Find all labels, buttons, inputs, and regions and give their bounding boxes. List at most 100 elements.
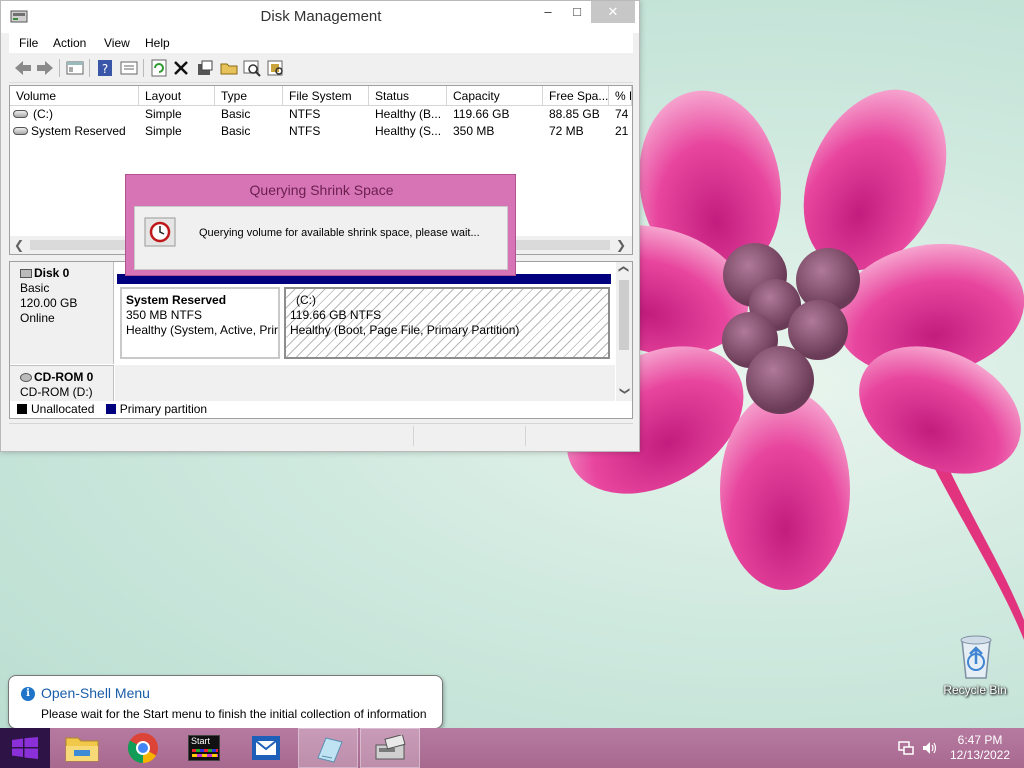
scroll-left-icon[interactable]: ❮ (10, 236, 28, 254)
partition-name: (C:) (296, 293, 316, 307)
menu-help[interactable]: Help (145, 36, 170, 50)
properties-icon[interactable] (119, 58, 139, 78)
column-header-file-system[interactable]: File System (283, 86, 369, 106)
legend-unallocated: Unallocated (31, 402, 95, 416)
vertical-scrollbar[interactable]: ❯ ❯ (616, 262, 632, 401)
volume-row[interactable]: (C:) Simple Basic NTFS Healthy (B... 119… (10, 106, 632, 123)
menu-file[interactable]: File (19, 36, 38, 50)
menu-bar: File Action View Help (9, 33, 633, 53)
help-icon[interactable]: ? (95, 58, 115, 78)
disk-icon (20, 269, 32, 278)
volume-capacity: 350 MB (453, 124, 495, 138)
disk-management-icon[interactable] (360, 728, 420, 768)
volume-file-system: NTFS (289, 124, 321, 138)
chrome-icon[interactable] (113, 728, 173, 768)
maximize-button[interactable]: □ (563, 1, 591, 23)
partition-size: 119.66 GB NTFS (290, 308, 382, 322)
clock-date: 12/13/2022 (949, 748, 1011, 762)
start-app-label: Start (191, 736, 211, 746)
menu-view[interactable]: View (104, 36, 130, 50)
querying-shrink-space-dialog: Querying Shrink Space Querying volume fo… (125, 174, 516, 276)
network-icon[interactable] (898, 740, 914, 756)
volume-icon[interactable] (921, 740, 937, 756)
column-header-percent-free[interactable]: % F (609, 86, 632, 106)
volume-status: Healthy (B... (375, 107, 442, 121)
close-button[interactable]: ✕ (591, 1, 635, 23)
partition-status: Healthy (System, Active, Prir (126, 323, 279, 337)
taskbar: Start 6:47 PM 12/13/2022 (0, 728, 1024, 768)
volume-list-header: Volume Layout Type File System Status Ca… (10, 86, 632, 106)
toolbar-separator (143, 59, 144, 77)
volume-file-system: NTFS (289, 107, 321, 121)
column-header-type[interactable]: Type (215, 86, 283, 106)
column-header-layout[interactable]: Layout (139, 86, 215, 106)
disk-0-size: 120.00 GB (20, 296, 78, 310)
unallocated-swatch (17, 404, 27, 414)
cdrom-icon (20, 373, 32, 382)
dialog-body: Querying volume for available shrink spa… (134, 206, 508, 270)
delete-icon[interactable] (171, 58, 191, 78)
partition-size: 350 MB NTFS (126, 308, 203, 322)
vertical-scroll-thumb[interactable] (619, 280, 629, 350)
legend: Unallocated Primary partition (10, 401, 632, 418)
minimize-button[interactable]: – (533, 1, 563, 23)
toolbar-separator (59, 59, 60, 77)
scroll-up-icon[interactable]: ❯ (615, 262, 632, 278)
volume-percent-free: 21 (615, 124, 629, 138)
forward-icon[interactable] (35, 58, 55, 78)
file-explorer-icon[interactable] (52, 728, 112, 768)
settings-icon[interactable] (195, 58, 215, 78)
start-app-icon[interactable]: Start (174, 728, 234, 768)
notepad-glyph (317, 737, 343, 763)
system-clock[interactable]: 6:47 PM 12/13/2022 (944, 733, 1016, 763)
legend-primary-partition: Primary partition (119, 402, 208, 416)
notification-message: Please wait for the Start menu to finish… (41, 707, 427, 721)
search-icon[interactable] (242, 58, 262, 78)
cdrom-0-name: CD-ROM 0 (34, 370, 94, 384)
notepad-icon[interactable] (298, 728, 358, 768)
column-header-free-space[interactable]: Free Spa... (543, 86, 609, 106)
refresh-icon[interactable] (149, 58, 169, 78)
column-header-status[interactable]: Status (369, 86, 447, 106)
disk-map: Disk 0 Basic 120.00 GB Online System Res… (9, 261, 633, 419)
console-tree-icon[interactable] (65, 58, 85, 78)
svg-text:?: ? (102, 62, 108, 76)
cdrom-0-area[interactable] (115, 365, 615, 401)
disk-0-type: Basic (20, 281, 50, 295)
partition-c-drive[interactable]: (C:) 119.66 GB NTFS Healthy (Boot, Page … (284, 287, 610, 359)
volume-layout: Simple (145, 124, 182, 138)
volume-row[interactable]: System Reserved Simple Basic NTFS Health… (10, 123, 632, 140)
status-bar (9, 423, 633, 447)
scroll-down-icon[interactable]: ❯ (615, 382, 632, 400)
cdrom-0-label[interactable]: CD-ROM 0 CD-ROM (D:) (10, 365, 114, 401)
volume-free-space: 72 MB (549, 124, 584, 138)
dialog-message: Querying volume for available shrink spa… (199, 227, 480, 239)
open-folder-icon[interactable] (219, 58, 239, 78)
drive-icon (13, 127, 28, 135)
disk-0-name: Disk 0 (34, 266, 70, 280)
menu-action[interactable]: Action (53, 36, 86, 50)
scroll-right-icon[interactable]: ❯ (612, 236, 630, 254)
recycle-bin-desktop-icon[interactable]: Recycle Bin (938, 630, 1012, 702)
partition-name: System Reserved (126, 293, 227, 307)
mail-icon[interactable] (236, 728, 296, 768)
back-icon[interactable] (13, 58, 33, 78)
volume-status: Healthy (S... (375, 124, 442, 138)
status-bar-segment (525, 426, 526, 446)
disk-0-label[interactable]: Disk 0 Basic 120.00 GB Online (10, 262, 114, 364)
volume-type: Basic (221, 124, 251, 138)
open-shell-notification[interactable]: i Open-Shell Menu Please wait for the St… (8, 675, 443, 742)
title-bar[interactable]: Disk Management – □ ✕ (1, 1, 639, 33)
partition-system-reserved[interactable]: System Reserved 350 MB NTFS Healthy (Sys… (120, 287, 280, 359)
notification-title: Open-Shell Menu (41, 685, 150, 701)
column-header-capacity[interactable]: Capacity (447, 86, 543, 106)
primary-partition-swatch (105, 404, 116, 414)
start-button[interactable] (0, 728, 50, 768)
windows-logo-icon (12, 737, 38, 759)
column-header-volume[interactable]: Volume (10, 86, 139, 106)
info-icon: i (21, 687, 35, 701)
rescan-icon[interactable] (266, 58, 286, 78)
toolbar: ? (9, 53, 633, 83)
toolbar-separator (89, 59, 90, 77)
status-bar-segment (413, 426, 414, 446)
